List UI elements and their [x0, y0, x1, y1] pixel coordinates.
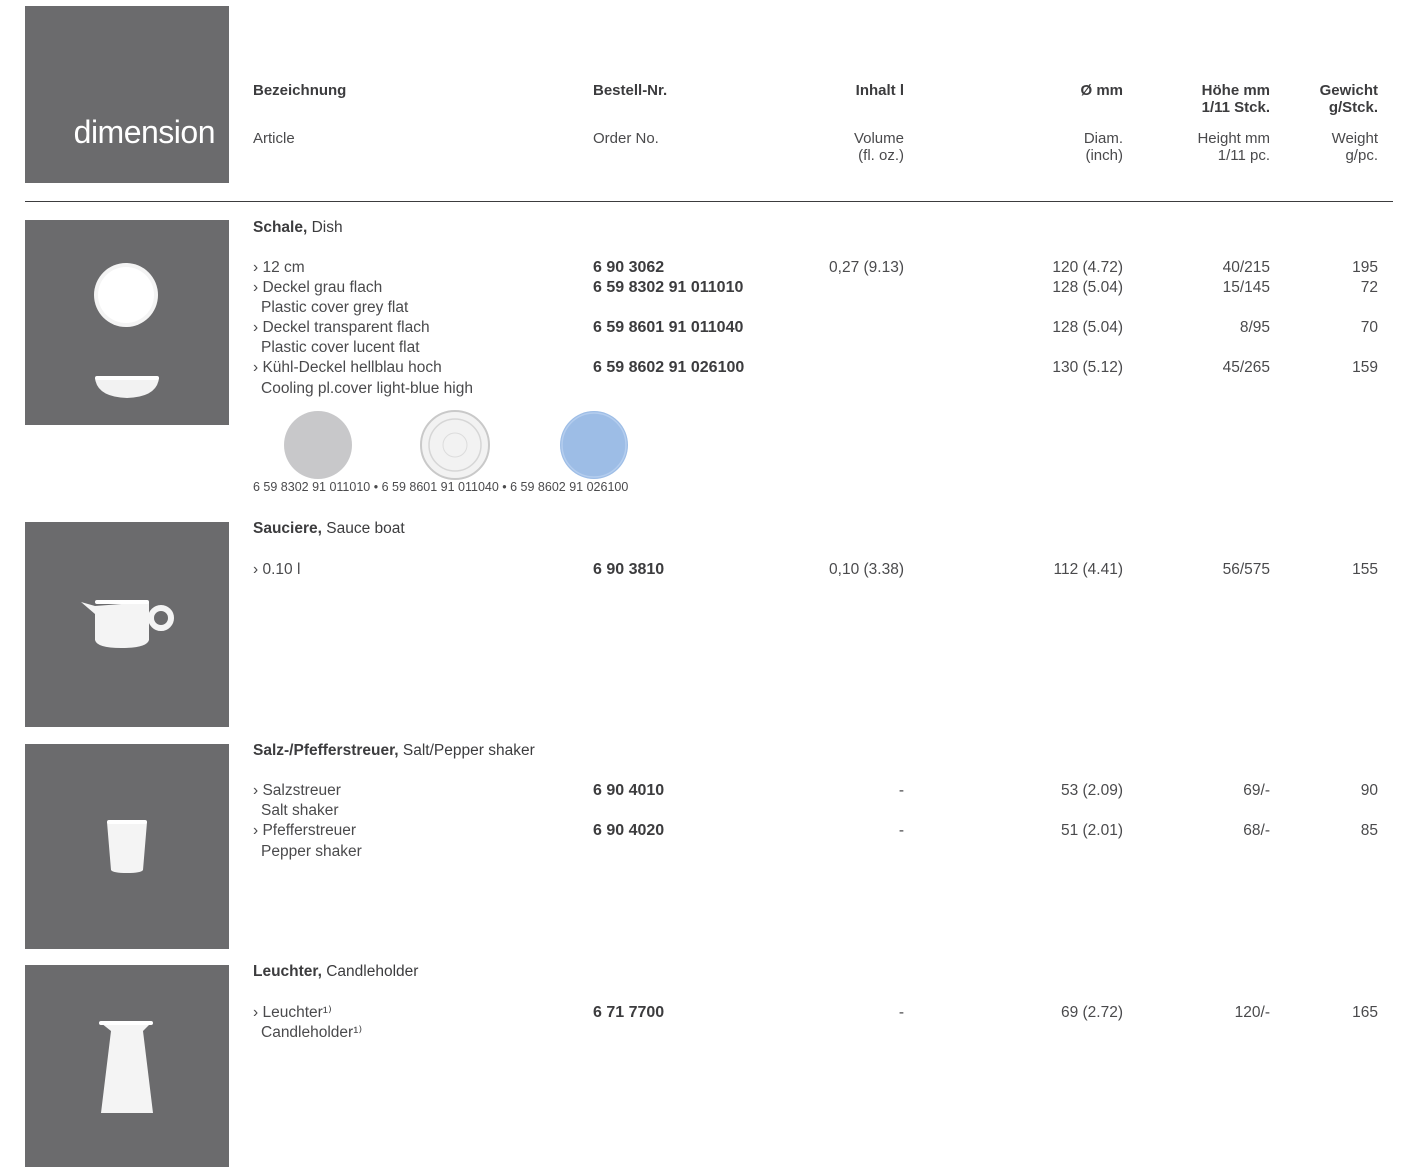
row-height: 69/- — [1243, 782, 1270, 799]
col-height-de-line2: 1/11 Stck. — [1201, 99, 1270, 116]
section-title-de: Sauciere, — [253, 520, 322, 537]
col-height-en: Height mm 1/11 pc. — [1140, 130, 1270, 164]
row-name-en: Pepper shaker — [261, 843, 362, 860]
row-height: 15/145 — [1222, 279, 1270, 296]
col-weight-en-line1: Weight — [1331, 130, 1378, 147]
row-weight: 85 — [1360, 822, 1378, 839]
col-height-en-line2: 1/11 pc. — [1217, 147, 1270, 164]
row-name-en: Candleholder¹⁾ — [261, 1024, 363, 1041]
row-diam: 53 (2.09) — [1060, 782, 1123, 799]
transparent-lid-swatch — [420, 410, 490, 480]
col-order-de: Bestell-Nr. — [593, 82, 668, 99]
col-volume-en-line2: (fl. oz.) — [858, 147, 904, 164]
section-title-dish: Schale, Dish — [253, 219, 343, 237]
col-weight-de-line1: Gewicht — [1319, 82, 1378, 99]
row-weight: 159 — [1352, 359, 1378, 376]
row-order-no: 6 90 3810 — [593, 561, 665, 578]
section-title-shaker: Salz-/Pfefferstreuer, Salt/Pepper shaker — [253, 742, 535, 760]
col-order-en: Order No. — [593, 130, 659, 147]
col-weight-de: Gewicht g/Stck. — [1290, 82, 1378, 116]
row-height: 120/- — [1234, 1004, 1270, 1021]
section-title-en: Sauce boat — [321, 520, 405, 537]
row-order-no: 6 59 8602 91 026100 — [593, 359, 745, 376]
row-diam: 128 (5.04) — [1052, 319, 1123, 336]
section-title-en: Dish — [307, 219, 343, 236]
lid-caption: 6 59 8302 91 011010 • 6 59 8601 91 01104… — [253, 480, 629, 494]
row-name-en: Plastic cover grey flat — [261, 299, 409, 316]
row-weight: 90 — [1360, 782, 1378, 799]
section-title-de: Schale, — [253, 219, 308, 236]
section-title-en: Salt/Pepper shaker — [398, 742, 535, 759]
header-divider — [25, 201, 1393, 202]
row-volume: 0,10 (3.38) — [829, 561, 904, 578]
brand-logo-text: dimension — [73, 114, 216, 150]
section-title-sauce-boat: Sauciere, Sauce boat — [253, 520, 405, 538]
col-diam-en: Diam. (inch) — [980, 130, 1123, 164]
row-weight: 70 — [1360, 319, 1378, 336]
col-height-de-line1: Höhe mm — [1201, 82, 1270, 99]
row-name: › Deckel transparent flach — [253, 319, 430, 336]
col-diam-de: Ø mm — [1080, 82, 1123, 99]
blue-lid-swatch — [560, 411, 628, 479]
candleholder-product-image — [25, 965, 229, 1167]
col-article-en: Article — [253, 130, 295, 147]
row-height: 68/- — [1243, 822, 1270, 839]
row-diam: 112 (4.41) — [1053, 561, 1123, 578]
section-title-de: Leuchter, — [253, 963, 322, 980]
col-weight-en: Weight g/pc. — [1290, 130, 1378, 164]
shaker-product-image — [25, 744, 229, 949]
row-diam: 120 (4.72) — [1052, 259, 1123, 276]
row-height: 8/95 — [1239, 319, 1270, 336]
row-volume: - — [898, 1004, 904, 1021]
col-volume-en: Volume (fl. oz.) — [760, 130, 904, 164]
row-order-no: 6 71 7700 — [593, 1004, 665, 1021]
col-diam-en-line1: Diam. — [1083, 130, 1123, 147]
row-diam: 51 (2.01) — [1060, 822, 1123, 839]
col-volume-en-line1: Volume — [853, 130, 904, 147]
col-height-de: Höhe mm 1/11 Stck. — [1140, 82, 1270, 116]
row-name: › 0.10 l — [253, 561, 301, 578]
dish-product-image — [25, 220, 229, 425]
row-name-en: Cooling pl.cover light-blue high — [261, 380, 473, 397]
row-volume: - — [898, 782, 904, 799]
row-name: › Deckel grau flach — [253, 279, 383, 296]
section-title-en: Candleholder — [321, 963, 419, 980]
col-weight-de-line2: g/Stck. — [1328, 99, 1378, 116]
row-order-no: 6 59 8302 91 011010 — [593, 279, 744, 296]
row-name: › 12 cm — [253, 259, 305, 276]
section-title-candleholder: Leuchter, Candleholder — [253, 963, 418, 981]
row-name-en: Plastic cover lucent flat — [261, 339, 420, 356]
col-weight-en-line2: g/pc. — [1345, 147, 1378, 164]
col-article-de: Bezeichnung — [253, 82, 347, 99]
row-volume: 0,27 (9.13) — [829, 259, 904, 276]
row-name: › Salzstreuer — [253, 782, 341, 799]
row-volume: - — [898, 822, 904, 839]
col-volume-de: Inhalt l — [855, 82, 904, 99]
row-height: 56/575 — [1222, 561, 1270, 578]
row-name: › Pfefferstreuer — [253, 822, 357, 839]
sauce-boat-product-image — [25, 522, 229, 727]
row-weight: 165 — [1352, 1004, 1378, 1021]
row-diam: 128 (5.04) — [1052, 279, 1123, 296]
row-weight: 155 — [1352, 561, 1378, 578]
row-height: 40/215 — [1222, 259, 1270, 276]
col-height-en-line1: Height mm — [1197, 130, 1270, 147]
brand-logo: dimension — [25, 6, 229, 183]
row-order-no: 6 59 8601 91 011040 — [593, 319, 744, 336]
row-diam: 130 (5.12) — [1052, 359, 1123, 376]
row-order-no: 6 90 4010 — [593, 782, 665, 799]
col-diam-en-line2: (inch) — [1085, 147, 1123, 164]
row-weight: 72 — [1360, 279, 1378, 296]
row-name-en: Salt shaker — [261, 802, 339, 819]
row-name: › Leuchter¹⁾ — [253, 1004, 332, 1021]
row-weight: 195 — [1352, 259, 1378, 276]
row-diam: 69 (2.72) — [1060, 1004, 1123, 1021]
section-title-de: Salz-/Pfefferstreuer, — [253, 742, 399, 759]
row-height: 45/265 — [1222, 359, 1270, 376]
row-order-no: 6 90 4020 — [593, 822, 665, 839]
grey-lid-swatch — [284, 411, 352, 479]
lid-swatches — [284, 410, 628, 480]
row-name: › Kühl-Deckel hellblau hoch — [253, 359, 442, 376]
row-order-no: 6 90 3062 — [593, 259, 665, 276]
